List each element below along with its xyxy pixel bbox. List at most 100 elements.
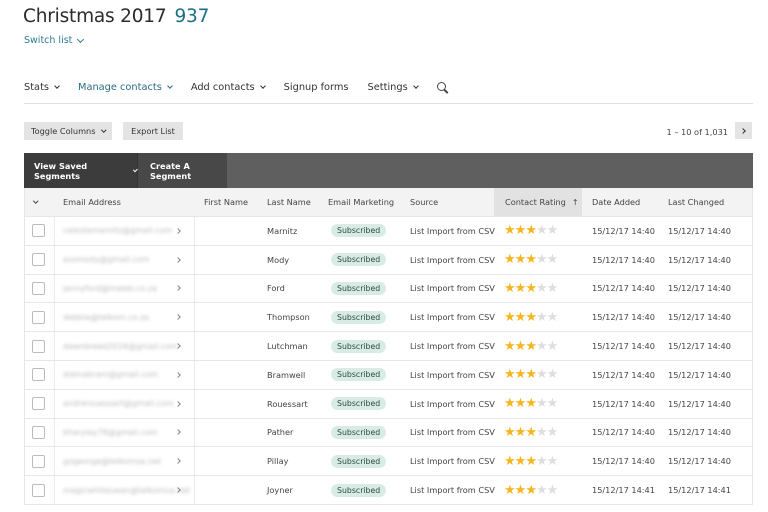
star-empty-icon[interactable]: ★ [547,397,559,410]
star-empty-icon[interactable]: ★ [547,426,559,439]
table-row[interactable]: andrerouessart@gmail.com Rouessart Subsc… [25,388,752,418]
star-empty-icon[interactable]: ★ [536,340,548,353]
chevron-right-icon[interactable] [175,228,181,234]
column-header-last-changed[interactable]: Last Changed [668,188,724,216]
row-checkbox[interactable] [32,368,45,382]
email-cell[interactable]: gogeorge@telkomsa.net [63,447,161,475]
table-row[interactable]: jennyford@mweb.co.za Ford Subscribed Lis… [25,273,752,303]
table-row[interactable]: celestemarnitz@gmail.com Marnitz Subscri… [25,216,752,245]
column-header-email-marketing[interactable]: Email Marketing [328,188,394,216]
nav-item-add-contacts[interactable]: Add contacts [191,82,266,93]
star-rating[interactable]: ★ ★ ★ ★ ★ [504,282,559,295]
star-filled-icon[interactable]: ★ [525,426,537,439]
star-rating[interactable]: ★ ★ ★ ★ ★ [504,253,559,266]
chevron-right-icon[interactable] [175,458,181,465]
row-checkbox[interactable] [32,224,45,238]
column-header-last-name[interactable]: Last Name [267,188,311,216]
star-rating[interactable]: ★ ★ ★ ★ ★ [504,397,559,410]
star-filled-icon[interactable]: ★ [515,368,527,381]
star-filled-icon[interactable]: ★ [515,455,527,468]
star-rating[interactable]: ★ ★ ★ ★ ★ [504,426,559,439]
star-empty-icon[interactable]: ★ [536,484,548,497]
star-filled-icon[interactable]: ★ [515,311,527,324]
nav-item-signup-forms[interactable]: Signup forms [284,82,349,93]
row-checkbox[interactable] [32,397,45,411]
star-filled-icon[interactable]: ★ [504,311,516,324]
select-all-dropdown[interactable] [33,188,39,216]
nav-item-settings[interactable]: Settings [368,82,419,93]
star-filled-icon[interactable]: ★ [525,282,537,295]
star-empty-icon[interactable]: ★ [547,253,559,266]
star-filled-icon[interactable]: ★ [504,368,516,381]
star-filled-icon[interactable]: ★ [504,397,516,410]
table-row[interactable]: magicwhiteswan@telkomsa.net Joyner Subsc… [25,475,752,504]
table-row[interactable]: debbie@telkom.co.za Thompson Subscribed … [25,302,752,332]
star-filled-icon[interactable]: ★ [515,484,527,497]
star-rating[interactable]: ★ ★ ★ ★ ★ [504,340,559,353]
chevron-right-icon[interactable] [175,314,181,321]
email-cell[interactable]: alainabram@gmail.com [63,361,158,389]
star-empty-icon[interactable]: ★ [536,224,548,237]
star-filled-icon[interactable]: ★ [515,253,527,266]
column-header-first-name[interactable]: First Name [204,188,248,216]
star-filled-icon[interactable]: ★ [515,397,527,410]
row-checkbox[interactable] [32,454,45,468]
star-filled-icon[interactable]: ★ [525,397,537,410]
star-filled-icon[interactable]: ★ [504,484,516,497]
star-filled-icon[interactable]: ★ [504,282,516,295]
search-icon[interactable] [436,82,449,94]
email-cell[interactable]: celestemarnitz@gmail.com [63,217,172,245]
star-filled-icon[interactable]: ★ [515,282,527,295]
star-empty-icon[interactable]: ★ [547,282,559,295]
column-header-source[interactable]: Source [410,188,438,216]
star-empty-icon[interactable]: ★ [547,311,559,324]
star-filled-icon[interactable]: ★ [525,340,537,353]
star-empty-icon[interactable]: ★ [547,340,559,353]
star-empty-icon[interactable]: ★ [547,368,559,381]
row-checkbox[interactable] [32,253,45,267]
row-checkbox[interactable] [32,425,45,439]
chevron-right-icon[interactable] [175,285,181,292]
star-rating[interactable]: ★ ★ ★ ★ ★ [504,224,558,237]
star-rating[interactable]: ★ ★ ★ ★ ★ [504,455,559,468]
export-list-button[interactable]: Export List [123,122,183,140]
star-rating[interactable]: ★ ★ ★ ★ ★ [504,311,559,324]
row-checkbox[interactable] [32,310,45,324]
chevron-right-icon[interactable] [175,400,181,407]
chevron-right-icon[interactable] [175,372,181,378]
nav-item-manage-contacts[interactable]: Manage contacts [78,82,173,93]
star-filled-icon[interactable]: ★ [515,426,527,439]
next-page-button[interactable] [735,122,752,139]
chevron-right-icon[interactable] [175,256,181,263]
email-cell[interactable]: magicwhiteswan@telkomsa.net [63,476,190,504]
star-rating[interactable]: ★ ★ ★ ★ ★ [504,484,559,497]
email-cell[interactable]: debbie@telkom.co.za [63,303,149,331]
chevron-right-icon[interactable] [175,343,181,349]
row-checkbox[interactable] [32,281,45,295]
column-header-date-added[interactable]: Date Added [592,188,640,216]
email-cell[interactable]: kharylay78@gmail.com [63,419,158,447]
chevron-right-icon[interactable] [175,487,181,493]
table-row[interactable]: dawnbreed2016@gmail.com Lutchman Subscri… [25,331,752,360]
star-empty-icon[interactable]: ★ [536,455,548,468]
star-empty-icon[interactable]: ★ [547,455,559,468]
column-header-email[interactable]: Email Address [63,188,121,216]
table-row[interactable]: esomody@gmail.com Mody Subscribed List I… [25,244,752,274]
star-filled-icon[interactable]: ★ [525,311,537,324]
star-filled-icon[interactable]: ★ [504,455,516,468]
star-empty-icon[interactable]: ★ [536,397,548,410]
table-row[interactable]: gogeorge@telkomsa.net Pillay Subscribed … [25,446,752,476]
table-row[interactable]: alainabram@gmail.com Bramwell Subscribed… [25,359,752,389]
nav-item-stats[interactable]: Stats [24,82,60,93]
email-cell[interactable]: andrerouessart@gmail.com [63,390,174,418]
star-filled-icon[interactable]: ★ [525,484,537,497]
star-empty-icon[interactable]: ★ [536,253,548,266]
star-empty-icon[interactable]: ★ [536,311,548,324]
email-cell[interactable]: jennyford@mweb.co.za [63,275,157,303]
star-filled-icon[interactable]: ★ [504,224,516,237]
toggle-columns-button[interactable]: Toggle Columns [24,122,112,140]
star-filled-icon[interactable]: ★ [504,340,516,353]
chevron-right-icon[interactable] [175,429,181,436]
star-empty-icon[interactable]: ★ [536,282,548,295]
star-empty-icon[interactable]: ★ [547,484,559,497]
